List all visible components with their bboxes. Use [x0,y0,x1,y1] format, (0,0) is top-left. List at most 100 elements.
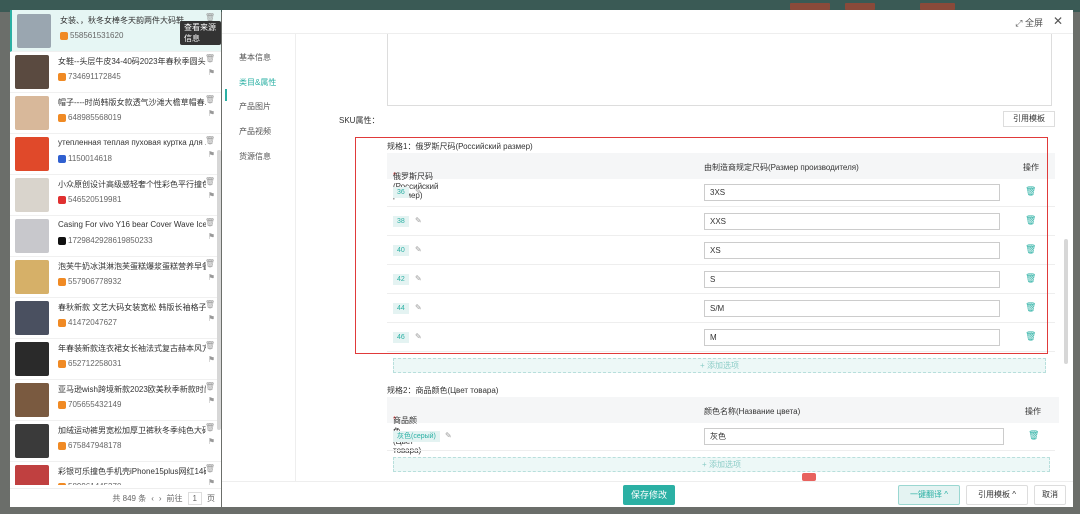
option-tag[interactable]: 灰色(серый) [393,431,440,442]
product-list-item[interactable]: 加绒运动裤男宽松加厚卫裤秋冬季纯色大码... 675847948178 🗑 ⚑ [10,420,221,462]
platform-icon [58,482,66,485]
delete-icon[interactable]: 🗑 [205,300,215,309]
product-list-item[interactable]: 帽子----时尚韩版女款透气沙滩大檐草帽春... 648985568019 🗑 ⚑ [10,92,221,134]
cancel-button[interactable]: 取消 [1034,485,1066,505]
product-thumbnail [15,55,49,89]
list-scrollbar[interactable] [217,150,221,430]
section-nav: 基本信息 类目&属性 产品图片 产品视频 货源信息 [222,34,296,481]
nav-item-basic-info[interactable]: 基本信息 [239,52,271,63]
product-list-item[interactable]: 年春装新款连衣裙女长袖法式复古赫本风方... 652712258031 🗑 ⚑ [10,338,221,380]
page-input[interactable]: 1 [187,491,202,505]
description-textarea[interactable] [387,34,1052,106]
goto-label: 前往 [166,493,183,503]
product-id: 648985568019 [68,113,122,122]
delete-icon[interactable]: 🗑 [205,382,215,391]
product-id-row: 546520519981 [58,195,121,204]
product-id-row: 734691172845 [58,72,121,81]
product-title: Casing For vivo Y16 bear Cover Wave Ice.… [58,220,206,229]
nav-item-category-attributes[interactable]: 类目&属性 [239,77,276,88]
cite-template-button[interactable]: 引用模板 [1003,111,1055,127]
one-click-translate-button[interactable]: 一键翻译 ^ [898,485,960,505]
product-id: 589961445370 [68,482,121,485]
product-thumbnail [15,301,49,335]
product-id: 675847948178 [68,441,122,450]
product-id-row: 652712258031 [58,359,121,368]
pagination: 共 849 条 ‹ › 前往 1 页 [10,488,221,507]
notification-badge [802,473,816,481]
nav-item-source-info[interactable]: 货源信息 [239,151,271,162]
spec2-col-color-name: 颜色名称(Название цвета) [704,407,801,416]
spec2-table-header: *商品颜色(Цвет товара) 颜色名称(Название цвета) … [387,397,1059,455]
spec2-label: 规格2：商品颜色(Цвет товара) [387,386,499,395]
flag-icon[interactable]: ⚑ [208,68,215,77]
background-block [845,3,875,10]
product-list-item[interactable]: 春秋新款 文艺大码女装宽松 韩版长袖格子棉... 41472047627 🗑 ⚑ [10,297,221,339]
content-scrollbar[interactable] [1064,239,1068,364]
background-block [790,3,830,10]
nav-item-product-video[interactable]: 产品视频 [239,126,271,137]
product-id-row: 41472047627 [58,318,117,327]
product-list-item[interactable]: утепленная теплая пуховая куртка для ...… [10,133,221,175]
fullscreen-button[interactable]: ⤢ 全屏 [1015,16,1043,29]
product-thumbnail [15,342,49,376]
product-id: 558561531620 [70,31,124,40]
product-id: 652712258031 [68,359,122,368]
product-thumbnail [15,424,49,458]
next-page-button[interactable]: › [159,494,162,503]
flag-icon[interactable]: ⚑ [208,478,215,485]
flag-icon[interactable]: ⚑ [208,232,215,241]
platform-icon [58,113,66,122]
product-list-panel: 女装、，秋冬女棒冬天韵两件大码鞋558561531620🗑⚑女鞋--头层牛皮34… [10,10,221,507]
delete-icon[interactable]: 🗑 [205,259,215,268]
product-list-item[interactable]: 小众原创设计高级感轻奢个性彩色平行撞色... 546520519981 🗑 ⚑ [10,174,221,216]
platform-icon [58,195,66,204]
spec1-add-option-button[interactable]: + 添加选项 [393,358,1046,373]
close-icon[interactable]: ✕ [1053,14,1063,28]
delete-icon[interactable]: 🗑 [205,136,215,145]
value-input[interactable]: 灰色 [704,428,1004,445]
delete-icon[interactable]: 🗑 [205,341,215,350]
product-list-item[interactable]: 泡芙牛奶冰淇淋泡芙蛋糕爆浆蛋糕营养早餐... 557906778932 🗑 ⚑ [10,256,221,298]
delete-icon[interactable]: 🗑 [205,95,215,104]
product-list-item[interactable]: Casing For vivo Y16 bear Cover Wave Ice.… [10,215,221,257]
product-id: 546520519981 [68,195,122,204]
delete-icon[interactable]: 🗑 [1028,430,1039,441]
platform-icon [58,154,66,163]
highlight-box [355,137,1048,354]
cite-template-footer-button[interactable]: 引用模板 ^ [966,485,1028,505]
product-list-item[interactable]: 亚马逊wish跨境新款2023欧美秋季新款时尚... 705655432149 🗑 ⚑ [10,379,221,421]
product-id-row: 1150014618 [58,154,112,163]
product-id-row: 589961445370 [58,482,121,485]
product-list: 女装、，秋冬女棒冬天韵两件大码鞋558561531620🗑⚑女鞋--头层牛皮34… [10,10,221,485]
flag-icon[interactable]: ⚑ [208,437,215,446]
platform-icon [58,277,66,286]
product-list-item[interactable]: 女鞋--头层牛皮34-40码2023年春秋季圆头... 734691172845 🗑… [10,51,221,93]
flag-icon[interactable]: ⚑ [208,191,215,200]
product-title: 亚马逊wish跨境新款2023欧美秋季新款时尚... [58,385,206,394]
delete-icon[interactable]: 🗑 [205,177,215,186]
flag-icon[interactable]: ⚑ [208,150,215,159]
save-button[interactable]: 保存修改 [623,485,675,505]
page-unit-label: 页 [207,493,215,503]
product-id-row: 557906778932 [58,277,121,286]
sku-attributes-label: SKU属性： [339,116,380,125]
flag-icon[interactable]: ⚑ [208,355,215,364]
flag-icon[interactable]: ⚑ [208,109,215,118]
edit-icon[interactable]: ✎ [445,431,452,440]
delete-icon[interactable]: 🗑 [205,54,215,63]
product-thumbnail [15,383,49,417]
product-title: 加绒运动裤男宽松加厚卫裤秋冬季纯色大码... [58,426,206,435]
prev-page-button[interactable]: ‹ [151,494,154,503]
delete-icon[interactable]: 🗑 [205,423,215,432]
product-title: 彩银可乐撞色手机壳iPhone15plus网红14磁... [58,467,206,476]
nav-item-product-images[interactable]: 产品图片 [239,101,271,112]
product-thumbnail [15,260,49,294]
delete-icon[interactable]: 🗑 [205,464,215,473]
flag-icon[interactable]: ⚑ [208,396,215,405]
spec2-add-option-button[interactable]: + 添加选项 [393,457,1050,472]
delete-icon[interactable]: 🗑 [205,218,215,227]
flag-icon[interactable]: ⚑ [208,314,215,323]
product-thumbnail [15,178,49,212]
product-list-item[interactable]: 彩银可乐撞色手机壳iPhone15plus网红14磁... 58996144537… [10,461,221,485]
flag-icon[interactable]: ⚑ [208,273,215,282]
